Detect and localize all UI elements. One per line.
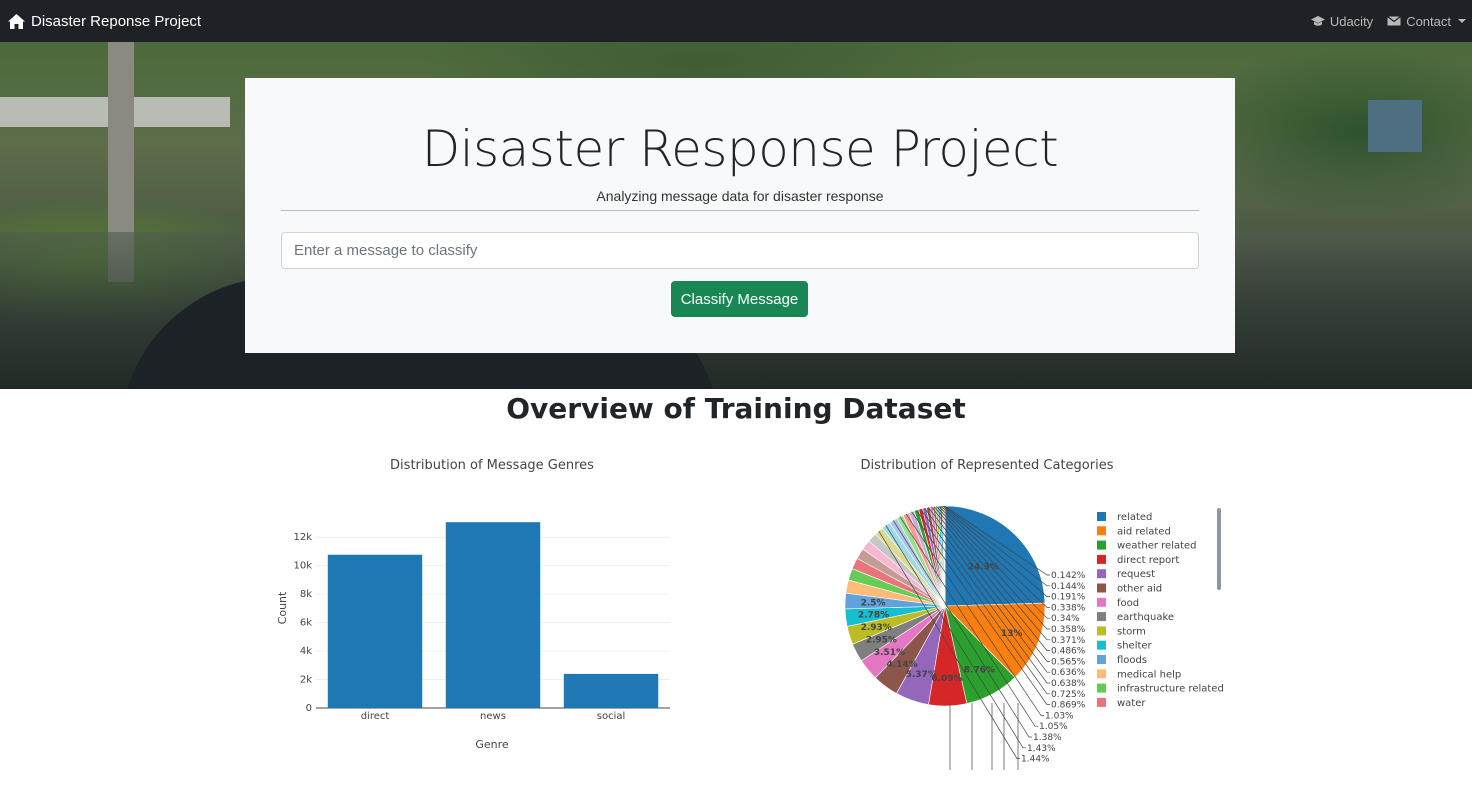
bar-ytick-label: 12k [293, 532, 312, 543]
pie-inside-label: 2.78% [858, 610, 889, 620]
category-pie-chart: Distribution of Represented Categories 2… [844, 458, 1224, 770]
legend-swatch[interactable] [1097, 554, 1106, 564]
legend-item-label[interactable]: request [1117, 569, 1155, 580]
pie-inside-label: 5.37% [906, 670, 937, 680]
pie-outside-label: 0.371% [1051, 636, 1086, 646]
pie-outside-label: 0.869% [1051, 701, 1086, 711]
pie-outside-label: 0.565% [1051, 657, 1086, 667]
bar-ytick-label: 0 [306, 703, 312, 714]
navbar-brand[interactable]: Disaster Reponse Project [8, 0, 201, 42]
bar-ytick-label: 10k [293, 561, 312, 572]
pie-outside-label: 0.34% [1051, 614, 1080, 624]
chevron-down-icon [1458, 19, 1466, 23]
legend-swatch[interactable] [1097, 583, 1106, 593]
pie-outside-label: 0.638% [1051, 679, 1086, 689]
top-navbar: Disaster Reponse Project Udacity Contact [0, 0, 1472, 42]
message-input[interactable] [281, 232, 1199, 269]
classify-message-button[interactable]: Classify Message [671, 281, 808, 317]
pie-outside-label: 0.338% [1051, 603, 1086, 613]
home-icon [8, 13, 25, 29]
legend-item-label[interactable]: weather related [1117, 541, 1197, 552]
legend-swatch[interactable] [1097, 540, 1106, 550]
pie-outside-label: 1.44% [1021, 755, 1050, 765]
page-subtitle: Analyzing message data for disaster resp… [596, 188, 884, 204]
pie-inside-label: 3.51% [874, 648, 905, 658]
pie-inside-label: 2.93% [861, 623, 892, 633]
pie-outside-label: 0.191% [1051, 593, 1086, 603]
legend-item-label[interactable]: shelter [1117, 641, 1153, 652]
legend-swatch[interactable] [1097, 597, 1106, 607]
pie-outside-label: 1.38% [1033, 733, 1062, 743]
page-title: Disaster Response Project [421, 120, 1059, 178]
legend-swatch[interactable] [1097, 655, 1106, 664]
divider [281, 210, 1199, 211]
nav-link-contact-label: Contact [1406, 13, 1451, 29]
pie-outside-label: 0.144% [1051, 582, 1086, 592]
envelope-icon [1387, 16, 1402, 26]
bar-ytick-label: 6k [300, 618, 312, 629]
legend-item-label[interactable]: direct report [1117, 555, 1179, 566]
pie-outside-label: 0.636% [1051, 668, 1086, 678]
legend-swatch[interactable] [1097, 640, 1106, 650]
pie-inside-label: 4.14% [887, 660, 918, 670]
pie-outside-label: 0.142% [1051, 571, 1086, 581]
nav-link-udacity-label: Udacity [1329, 13, 1374, 29]
bar-social[interactable] [563, 673, 659, 708]
bar-ytick-label: 8k [300, 589, 312, 600]
bar-xtick-label: social [597, 711, 626, 722]
legend-item-label[interactable]: infrastructure related [1117, 684, 1224, 695]
legend-scrollbar[interactable] [1217, 508, 1221, 590]
hero-sign-image [1368, 100, 1422, 152]
legend-item-label[interactable]: food [1117, 598, 1139, 609]
legend-item-label[interactable]: floods [1117, 655, 1147, 666]
legend-item-label[interactable]: medical help [1117, 669, 1181, 680]
graduation-cap-icon [1310, 16, 1325, 26]
legend-swatch[interactable] [1097, 512, 1106, 521]
bar-chart-title: Distribution of Message Genres [390, 458, 594, 473]
legend-item-label[interactable]: water [1117, 698, 1146, 709]
genre-bar-chart: Distribution of Message Genres 0 2k 4k 6k 8k… [276, 458, 670, 751]
legend-swatch[interactable] [1097, 526, 1106, 536]
pie-inside-label: 2.95% [866, 636, 897, 646]
pie-outside-label: 0.486% [1051, 647, 1086, 657]
jumbotron: Disaster Response Project Analyzing mess… [245, 78, 1235, 353]
legend-item-label[interactable]: other aid [1117, 584, 1162, 595]
overview-title: Overview of Training Dataset [506, 392, 966, 425]
navbar-brand-label: Disaster Reponse Project [31, 12, 202, 30]
legend-swatch[interactable] [1097, 612, 1106, 622]
legend-item-label[interactable]: related [1117, 512, 1152, 523]
pie-outside-label: 0.358% [1051, 625, 1086, 635]
bar-news[interactable] [445, 522, 541, 708]
bar-xtick-label: news [480, 711, 506, 722]
pie-outside-label: 1.03% [1045, 711, 1074, 721]
bar-ytick-label: 2k [300, 675, 312, 686]
nav-link-udacity[interactable]: Udacity [1310, 13, 1374, 29]
bar-direct[interactable] [327, 554, 423, 708]
legend-item-label[interactable]: earthquake [1117, 612, 1174, 623]
legend-swatch[interactable] [1097, 569, 1106, 579]
pie-inside-label: 8.76% [964, 665, 995, 675]
legend-swatch[interactable] [1097, 697, 1106, 707]
pie-outside-label: 1.43% [1027, 744, 1056, 754]
legend-swatch[interactable] [1097, 626, 1106, 636]
legend-item-label[interactable]: storm [1117, 626, 1146, 637]
pie-outside-label: 0.725% [1051, 690, 1086, 700]
legend-swatch[interactable] [1097, 683, 1106, 693]
nav-link-contact[interactable]: Contact [1387, 14, 1466, 29]
pie-outside-label: 1.05% [1039, 722, 1068, 732]
legend-swatch[interactable] [1097, 669, 1106, 679]
bar-ytick-label: 4k [300, 646, 312, 657]
bar-chart-ylabel: Count [276, 591, 289, 624]
pie-inside-label: 2.5% [861, 598, 886, 608]
pie-chart-title: Distribution of Represented Categories [861, 458, 1114, 473]
legend-item-label[interactable]: aid related [1117, 526, 1171, 537]
bar-chart-xlabel: Genre [475, 738, 509, 751]
bar-xtick-label: direct [361, 711, 390, 722]
